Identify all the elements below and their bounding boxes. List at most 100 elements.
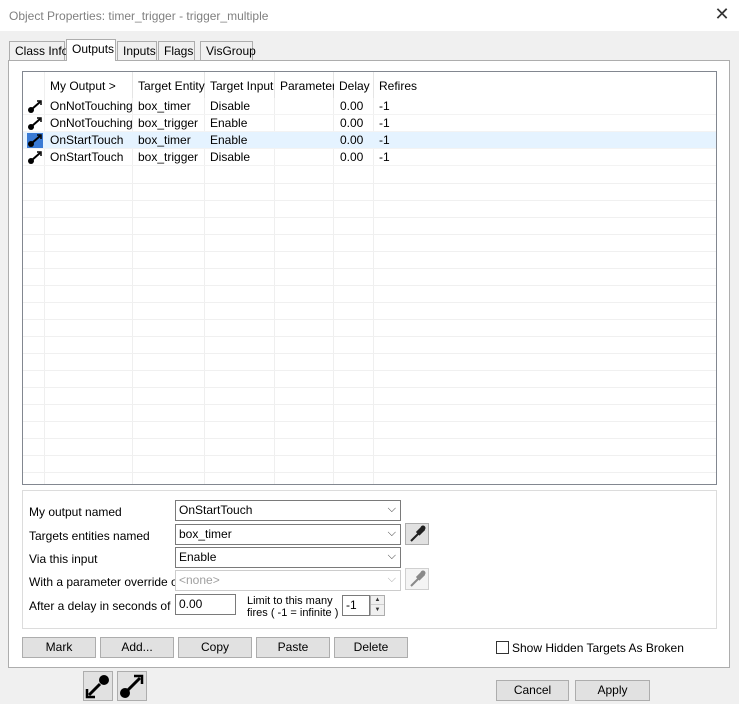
column-header-parameter[interactable]: Parameter (275, 72, 336, 98)
cell-target-entity: box_trigger (138, 150, 199, 164)
column-header-delay[interactable]: Delay (334, 72, 374, 98)
output-connection-icon (120, 674, 144, 698)
output-connection-icon (27, 133, 43, 148)
my-output-dropdown[interactable]: OnStartTouch ⌵ (175, 500, 401, 521)
cell-refires: -1 (379, 99, 390, 113)
tab-visgroup[interactable]: VisGroup (200, 41, 256, 60)
grid-line (23, 336, 716, 337)
grid-line (23, 370, 716, 371)
chevron-down-icon: ⌵ (387, 503, 396, 515)
grid-line (23, 472, 716, 473)
cell-target-input: Enable (210, 116, 248, 130)
table-row[interactable]: OnStartTouch box_trigger Disable 0.00 -1 (23, 149, 716, 166)
parameter-eyedropper-button[interactable] (405, 568, 429, 590)
via-input-dropdown[interactable]: Enable ⌵ (175, 547, 401, 568)
grid-line (23, 217, 716, 218)
grid-line (23, 285, 716, 286)
limit-label-line2: fires ( -1 = infinite ) (247, 607, 339, 619)
cell-output: OnNotTouching (50, 99, 133, 113)
grid-line (23, 404, 716, 405)
via-input-value: Enable (179, 550, 217, 564)
targets-value: box_timer (179, 527, 232, 541)
cell-target-input: Disable (210, 99, 251, 113)
chevron-down-icon: ⌵ (387, 550, 396, 562)
grid-line (23, 251, 716, 252)
spin-up-icon[interactable]: ▲ (371, 596, 384, 605)
via-input-label: Via this input (29, 552, 98, 566)
my-output-value: OnStartTouch (179, 503, 253, 517)
targets-dropdown[interactable]: box_timer ⌵ (175, 524, 401, 545)
grid-line (23, 387, 716, 388)
apply-button[interactable]: Apply (575, 680, 650, 701)
targets-label: Targets entities named (29, 529, 150, 543)
grid-line (23, 319, 716, 320)
cell-target-input: Enable (210, 133, 248, 147)
chevron-down-icon: ⌵ (387, 573, 396, 585)
cell-refires: -1 (379, 133, 390, 147)
column-header-refires[interactable]: Refires (374, 72, 434, 98)
grid-line (23, 302, 716, 303)
table-row[interactable]: OnStartTouch box_timer Enable 0.00 -1 (23, 132, 716, 149)
tab-class-info[interactable]: Class Info (9, 41, 68, 60)
paste-button[interactable]: Paste (256, 637, 330, 658)
outputs-list[interactable]: My Output > Target Entity Target Input P… (22, 71, 717, 485)
column-header-my-output[interactable]: My Output > (45, 72, 133, 98)
table-row[interactable]: OnNotTouching box_timer Disable 0.00 -1 (23, 98, 716, 115)
cell-delay: 0.00 (340, 133, 364, 147)
tab-outputs[interactable]: Outputs (66, 39, 116, 61)
grid-line (23, 353, 716, 354)
input-connection-icon (85, 675, 109, 699)
delay-field[interactable]: 0.00 (175, 594, 236, 615)
output-connection-icon (28, 117, 42, 130)
grid-line (23, 268, 716, 269)
limit-label: Limit to this many fires ( -1 = infinite… (247, 595, 338, 619)
limit-fires-field[interactable]: -1 (342, 595, 370, 616)
cell-refires: -1 (379, 116, 390, 130)
output-connection-icon (28, 100, 42, 113)
grid-line (23, 421, 716, 422)
cancel-button[interactable]: Cancel (496, 680, 569, 701)
spin-down-icon[interactable]: ▼ (371, 606, 384, 615)
grid-line (23, 183, 716, 184)
show-hidden-checkbox[interactable] (496, 641, 509, 654)
cell-output: OnStartTouch (50, 133, 124, 147)
add-button[interactable]: Add... (100, 637, 174, 658)
limit-fires-spinner[interactable]: ▲ ▼ (370, 595, 385, 616)
grid-line (23, 200, 716, 201)
cell-refires: -1 (379, 150, 390, 164)
table-row[interactable]: OnNotTouching box_trigger Enable 0.00 -1 (23, 115, 716, 132)
column-header-target-input[interactable]: Target Input (205, 72, 275, 98)
cell-output: OnStartTouch (50, 150, 124, 164)
cell-output: OnNotTouching (50, 116, 133, 130)
limit-label-line1: Limit to this many (247, 595, 333, 607)
window-title: Object Properties: timer_trigger - trigg… (9, 9, 269, 23)
mark-button[interactable]: Mark (22, 637, 96, 658)
delay-label: After a delay in seconds of (29, 599, 171, 613)
show-hidden-label: Show Hidden Targets As Broken (512, 641, 684, 655)
copy-button[interactable]: Copy (178, 637, 252, 658)
eyedropper-button[interactable] (405, 523, 429, 545)
parameter-label: With a parameter override of (29, 575, 182, 589)
parameter-value: <none> (179, 573, 220, 587)
eyedropper-icon (410, 570, 426, 587)
delete-button[interactable]: Delete (334, 637, 408, 658)
output-connections-button[interactable] (117, 671, 147, 701)
parameter-dropdown[interactable]: <none> ⌵ (175, 570, 401, 591)
cell-target-entity: box_trigger (138, 116, 199, 130)
chevron-down-icon: ⌵ (387, 527, 396, 539)
title-bar: Object Properties: timer_trigger - trigg… (0, 0, 739, 31)
eyedropper-icon (410, 525, 426, 542)
my-output-label: My output named (29, 505, 122, 519)
output-connection-icon (28, 151, 42, 164)
grid-line (23, 234, 716, 235)
cell-delay: 0.00 (340, 99, 364, 113)
cell-delay: 0.00 (340, 150, 364, 164)
grid-line (23, 455, 716, 456)
tab-flags[interactable]: Flags (158, 41, 195, 60)
tab-inputs[interactable]: Inputs (117, 41, 157, 60)
column-header-target-entity[interactable]: Target Entity (133, 72, 205, 98)
close-icon[interactable]: ✕ (713, 5, 731, 23)
input-connections-button[interactable] (83, 671, 113, 701)
grid-line (23, 438, 716, 439)
cell-target-input: Disable (210, 150, 251, 164)
